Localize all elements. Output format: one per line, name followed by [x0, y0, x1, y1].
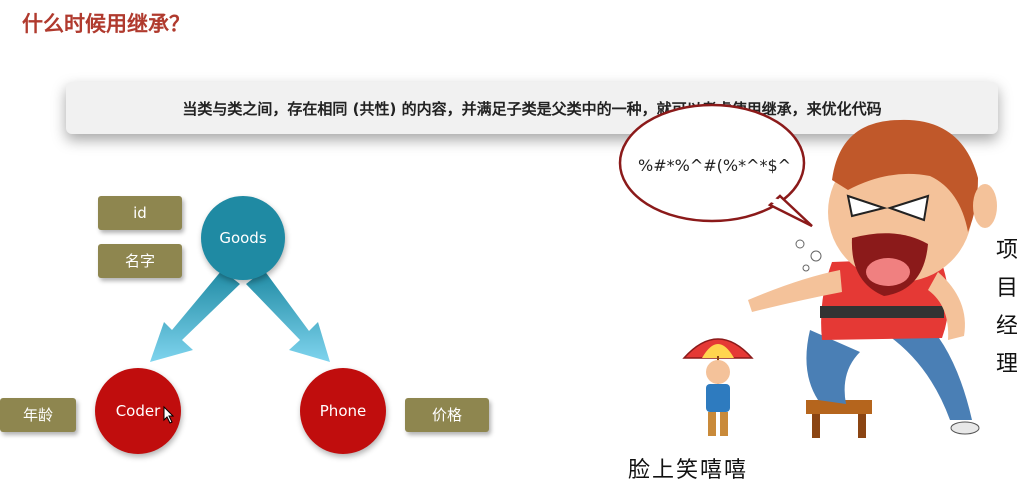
angry-manager-illustration — [618, 103, 997, 438]
side-text-1: 项 — [996, 238, 1017, 263]
caption-text: 脸上笑嘻嘻 — [628, 458, 749, 483]
side-text-3: 经 — [996, 314, 1017, 339]
speech-bubble-text: %#*%^#(%*^*$^ — [638, 156, 792, 175]
side-text-4: 理 — [996, 352, 1017, 377]
stool — [806, 400, 872, 438]
umbrella-figure — [682, 338, 754, 436]
side-text-2: 目 — [996, 276, 1017, 301]
